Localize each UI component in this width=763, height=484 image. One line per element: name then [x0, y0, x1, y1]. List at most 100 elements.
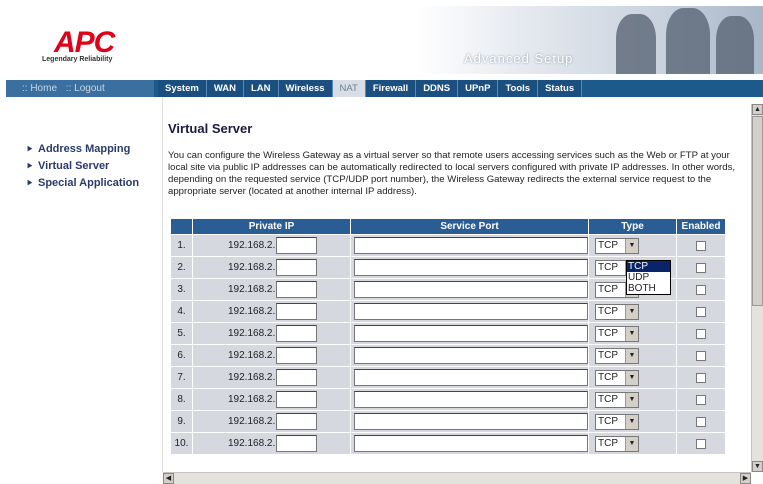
horizontal-scrollbar[interactable]: ◀ ▶	[163, 472, 751, 484]
private-ip-input[interactable]	[276, 281, 318, 298]
service-port-input[interactable]	[354, 237, 588, 254]
home-link[interactable]: :: Home	[22, 83, 57, 94]
header-num	[170, 218, 193, 235]
enabled-checkbox[interactable]	[696, 262, 706, 273]
header: APC Legendary Reliability Advanced Setup	[6, 6, 763, 80]
table-row: 4. 192.168.2. TCP ▼	[170, 300, 726, 323]
tab-upnp[interactable]: UPnP	[458, 80, 499, 97]
arrow-icon: ⯈	[26, 143, 34, 154]
enabled-checkbox[interactable]	[696, 416, 706, 427]
type-select-value: TCP	[598, 350, 618, 361]
row-number: 8.	[170, 388, 193, 411]
type-select[interactable]: TCP ▼	[595, 325, 639, 342]
tab-wan[interactable]: WAN	[206, 80, 244, 97]
private-ip-input[interactable]	[276, 347, 318, 364]
scroll-up-icon[interactable]: ▲	[752, 104, 763, 115]
menu-item-virtual-server[interactable]: ⯈ Virtual Server	[26, 159, 139, 173]
ip-prefix: 192.168.2.	[228, 306, 276, 317]
scroll-right-icon[interactable]: ▶	[740, 473, 751, 484]
row-number: 10.	[170, 432, 193, 455]
table-row: 10. 192.168.2. TCP ▼	[170, 432, 726, 455]
private-ip-input[interactable]	[276, 435, 318, 452]
service-port-input[interactable]	[354, 413, 588, 430]
advanced-setup-banner: Advanced Setup	[416, 6, 763, 74]
tab-system[interactable]: System	[158, 80, 207, 97]
private-ip-input[interactable]	[276, 325, 318, 342]
chevron-down-icon[interactable]: ▼	[625, 304, 638, 319]
type-select[interactable]: TCP ▼	[595, 413, 639, 430]
service-port-input[interactable]	[354, 347, 588, 364]
service-port-input[interactable]	[354, 369, 588, 386]
enabled-checkbox[interactable]	[696, 394, 706, 405]
chevron-down-icon[interactable]: ▼	[625, 238, 638, 253]
enabled-checkbox[interactable]	[696, 372, 706, 383]
tab-status[interactable]: Status	[538, 80, 583, 97]
type-dropdown-list[interactable]: TCP UDP BOTH	[626, 260, 671, 295]
service-port-input[interactable]	[354, 391, 588, 408]
main-content: Virtual Server You can configure the Wir…	[168, 97, 749, 472]
table-row: 8. 192.168.2. TCP ▼	[170, 388, 726, 411]
ip-prefix: 192.168.2.	[228, 350, 276, 361]
ip-prefix: 192.168.2.	[228, 240, 276, 251]
tab-ddns[interactable]: DDNS	[416, 80, 459, 97]
scroll-left-icon[interactable]: ◀	[163, 473, 174, 484]
private-ip-input[interactable]	[276, 413, 318, 430]
option-tcp[interactable]: TCP	[627, 261, 670, 272]
menu-item-special-application[interactable]: ⯈ Special Application	[26, 176, 139, 190]
ip-prefix: 192.168.2.	[228, 394, 276, 405]
tab-tools[interactable]: Tools	[498, 80, 539, 97]
type-select-value: TCP	[598, 394, 618, 405]
table-row: 5. 192.168.2. TCP ▼	[170, 322, 726, 345]
vertical-scrollbar[interactable]: ▲ ▼	[751, 104, 763, 472]
row-number: 1.	[170, 234, 193, 257]
chevron-down-icon[interactable]: ▼	[625, 392, 638, 407]
service-port-input[interactable]	[354, 259, 588, 276]
tab-firewall[interactable]: Firewall	[365, 80, 417, 97]
row-number: 3.	[170, 278, 193, 301]
service-port-input[interactable]	[354, 303, 588, 320]
type-select[interactable]: TCP ▼	[595, 435, 639, 452]
virtual-server-table: Private IP Service Port Type Enabled 1. 1…	[170, 218, 726, 455]
type-select[interactable]: TCP ▼	[595, 347, 639, 364]
type-select[interactable]: TCP ▼	[595, 391, 639, 408]
chevron-down-icon[interactable]: ▼	[625, 414, 638, 429]
type-select[interactable]: TCP ▼	[595, 237, 639, 254]
enabled-checkbox[interactable]	[696, 350, 706, 361]
private-ip-input[interactable]	[276, 303, 318, 320]
enabled-checkbox[interactable]	[696, 438, 706, 449]
tab-lan[interactable]: LAN	[243, 80, 279, 97]
chevron-down-icon[interactable]: ▼	[625, 436, 638, 451]
row-number: 9.	[170, 410, 193, 433]
service-port-input[interactable]	[354, 325, 588, 342]
menu-item-address-mapping[interactable]: ⯈ Address Mapping	[26, 142, 139, 156]
type-select[interactable]: TCP ▼	[595, 303, 639, 320]
tab-nat[interactable]: NAT	[332, 80, 366, 97]
service-port-input[interactable]	[354, 435, 588, 452]
menu-item-label: Special Application	[38, 177, 140, 189]
private-ip-input[interactable]	[276, 391, 318, 408]
row-number: 6.	[170, 344, 193, 367]
tab-wireless[interactable]: Wireless	[278, 80, 333, 97]
private-ip-input[interactable]	[276, 369, 318, 386]
scroll-down-icon[interactable]: ▼	[752, 461, 763, 472]
private-ip-input[interactable]	[276, 237, 318, 254]
logout-link[interactable]: :: Logout	[66, 83, 105, 94]
type-select-value: TCP	[598, 328, 618, 339]
scroll-thumb[interactable]	[752, 116, 763, 306]
service-port-input[interactable]	[354, 281, 588, 298]
type-select[interactable]: TCP ▼	[595, 369, 639, 386]
chevron-down-icon[interactable]: ▼	[625, 326, 638, 341]
option-udp[interactable]: UDP	[627, 272, 670, 283]
enabled-checkbox[interactable]	[696, 328, 706, 339]
enabled-checkbox[interactable]	[696, 284, 706, 295]
table-row: 9. 192.168.2. TCP ▼	[170, 410, 726, 433]
option-both[interactable]: BOTH	[627, 283, 670, 294]
enabled-checkbox[interactable]	[696, 240, 706, 251]
left-menu: ⯈ Address Mapping ⯈ Virtual Server ⯈ Special …	[26, 142, 139, 193]
type-select-value: TCP	[598, 262, 618, 273]
enabled-checkbox[interactable]	[696, 306, 706, 317]
chevron-down-icon[interactable]: ▼	[625, 370, 638, 385]
private-ip-input[interactable]	[276, 259, 318, 276]
header-type: Type	[588, 218, 677, 235]
chevron-down-icon[interactable]: ▼	[625, 348, 638, 363]
